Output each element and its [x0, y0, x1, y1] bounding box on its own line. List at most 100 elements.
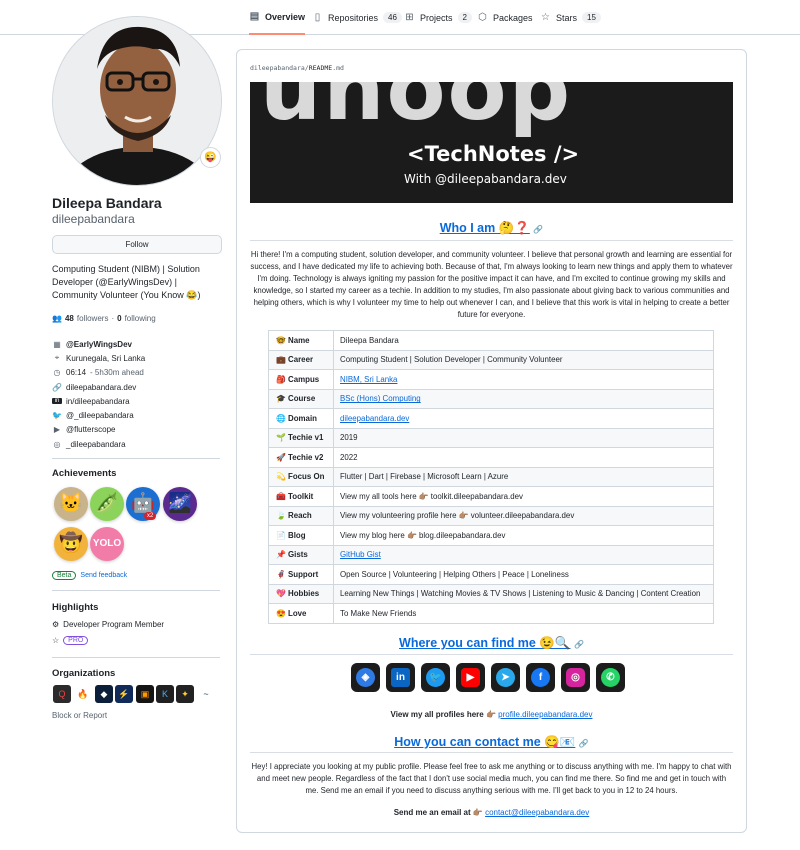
achievement-badge-4[interactable]: 🌌 [163, 487, 197, 521]
table-key: 🧰 Toolkit [268, 486, 334, 507]
vcard-instagram[interactable]: ◎ _dileepabandara [52, 437, 222, 451]
who-paragraph: Hi there! I'm a computing student, solut… [250, 250, 733, 319]
email-link[interactable]: contact@dileepabandara.dev [485, 808, 589, 817]
facebook-icon[interactable]: f [526, 663, 555, 692]
table-value[interactable]: BSc (Hons) Computing [333, 388, 714, 409]
table-key: 💼 Career [268, 349, 334, 370]
table-value[interactable]: View my blog here 👉🏽 blog.dileepabandara… [333, 525, 714, 546]
instagram-icon: ◎ [53, 439, 61, 449]
profiles-line: View my all profiles here 👉🏽 profile.dil… [250, 710, 733, 719]
youtube-icon[interactable]: ▶ [456, 663, 485, 692]
vcard-linkedin[interactable]: in in/dileepabandara [52, 394, 222, 408]
table-key: 🦸 Support [268, 564, 334, 585]
following-count[interactable]: 0 [117, 314, 121, 323]
org-avatar-6[interactable]: K [156, 685, 174, 703]
table-value[interactable]: NIBM, Sri Lanka [333, 369, 714, 390]
table-row: 🦸 Support Open Source | Volunteering | He… [268, 564, 714, 585]
telegram-icon[interactable]: ➤ [491, 663, 520, 692]
tab-stars-label: Stars [556, 12, 578, 23]
heading-rule [250, 752, 733, 753]
table-value: Computing Student | Solution Developer |… [333, 349, 714, 370]
vcard-location: ⌖ Kurunegala, Sri Lanka [52, 351, 222, 365]
stars-counter: 15 [582, 12, 601, 23]
repositories-counter: 46 [383, 12, 402, 23]
tab-overview[interactable]: ▤ Overview [249, 0, 306, 35]
org-avatar-4[interactable]: ⚡ [115, 685, 133, 703]
send-feedback-link[interactable]: Send feedback [80, 572, 127, 579]
anchor-link-icon[interactable]: 🔗 [533, 225, 543, 234]
table-key: 📌 Gists [268, 544, 334, 565]
tab-projects[interactable]: ⊞ Projects 2 [404, 0, 472, 35]
block-report-link[interactable]: Block or Report [52, 711, 107, 720]
org-avatar-2[interactable]: 🔥 [74, 685, 92, 703]
linkedin-icon: in [52, 398, 62, 405]
table-key: 🌱 Techie v1 [268, 427, 334, 448]
crumb-file[interactable]: README [309, 64, 332, 72]
avatar[interactable] [52, 16, 222, 186]
banner-title: <TechNotes /> [407, 142, 580, 166]
readme-banner: unoop <TechNotes /> With @dileepabandara… [250, 82, 733, 203]
table-value: 2022 [333, 447, 714, 468]
whatsapp-icon[interactable]: ✆ [596, 663, 625, 692]
anchor-link-icon[interactable]: 🔗 [574, 640, 584, 649]
vcard-twitter[interactable]: 🐦 @_dileepabandara [52, 408, 222, 422]
twitter-icon[interactable]: 🐦 [421, 663, 450, 692]
highlight-developer-program[interactable]: ⚙ Developer Program Member [52, 620, 164, 629]
table-value: 2019 [333, 427, 714, 448]
profiles-link[interactable]: profile.dileepabandara.dev [498, 710, 592, 719]
instagram-icon[interactable]: ◎ [561, 663, 590, 692]
highlights-title: Highlights [52, 602, 99, 613]
table-value[interactable]: View my volunteering profile here 👉🏽 vol… [333, 505, 714, 526]
contact-paragraph: Hey! I appreciate you looking at my publ… [251, 762, 732, 795]
org-avatar-5[interactable]: ▣ [136, 685, 154, 703]
repo-icon: ▯ [314, 12, 321, 23]
email-line: Send me an email at 👉🏽 contact@dileepaba… [250, 808, 733, 817]
vcard-organization[interactable]: ▦ @EarlyWingsDev [52, 337, 222, 351]
table-key: 😍 Love [268, 603, 334, 624]
achievement-badge-6[interactable]: YOLO [90, 527, 124, 561]
org-avatar-1[interactable]: Q [53, 685, 71, 703]
table-value[interactable]: View my all tools here 👉🏽 toolkit.dileep… [333, 486, 714, 507]
table-value: Learning New Things | Watching Movies & … [333, 583, 714, 604]
follow-button[interactable]: Follow [52, 235, 222, 254]
tab-stars[interactable]: ☆ Stars 15 [540, 0, 601, 35]
table-value[interactable]: Flutter | Dart | Firebase | Microsoft Le… [333, 466, 714, 487]
table-value[interactable]: dileepabandara.dev [333, 408, 714, 429]
who-heading[interactable]: Who I am 🤔❓ 🔗 [250, 221, 733, 236]
contact-heading-text: How you can contact me 😋📧 [394, 735, 576, 749]
tab-repositories[interactable]: ▯ Repositories 46 [312, 0, 402, 35]
dev-profile-icon[interactable]: ◈ [351, 663, 380, 692]
vcard-website[interactable]: 🔗 dileepabandara.dev [52, 380, 222, 394]
find-heading[interactable]: Where you can find me 😉🔍 🔗 [250, 636, 733, 651]
vcard-organization-text: @EarlyWingsDev [66, 339, 132, 349]
contact-heading[interactable]: How you can contact me 😋📧 🔗 [250, 735, 733, 750]
tab-packages[interactable]: ⬡ Packages [477, 0, 532, 35]
vcard-linkedin-text: in/dileepabandara [66, 396, 130, 406]
achievement-badge-1[interactable]: 🐱 [54, 487, 88, 521]
achievement-badge-5[interactable]: 🤠 [54, 527, 88, 561]
organization-icon: ▦ [53, 339, 61, 349]
achievement-badge-2[interactable]: 🫛 [90, 487, 124, 521]
crumb-user[interactable]: dileepabandara [250, 64, 305, 72]
heading-rule [250, 240, 733, 241]
linkedin-icon[interactable]: in [386, 663, 415, 692]
table-row: 📌 Gists GitHub Gist [268, 544, 714, 565]
vcard-youtube[interactable]: ▶ @flutterscope [52, 423, 222, 437]
anchor-link-icon[interactable]: 🔗 [579, 739, 589, 748]
avatar-portrait [53, 17, 221, 185]
twitter-glyph: 🐦 [426, 668, 445, 687]
following-label[interactable]: following [125, 314, 156, 323]
location-icon: ⌖ [54, 353, 60, 363]
org-avatar-8[interactable]: ~ [197, 685, 215, 703]
followers-count[interactable]: 48 [65, 314, 74, 323]
table-key: 🤓 Name [268, 330, 334, 351]
follows-separator: · [111, 314, 115, 323]
followers-label[interactable]: followers [77, 314, 109, 323]
vcard-youtube-text: @flutterscope [66, 425, 116, 435]
profile-bio: Computing Student (NIBM) | Solution Deve… [52, 264, 201, 300]
org-avatar-3[interactable]: ◆ [95, 685, 113, 703]
divider [52, 458, 220, 459]
org-avatar-7[interactable]: ✦ [176, 685, 194, 703]
table-value[interactable]: GitHub Gist [333, 544, 714, 565]
status-emoji-badge[interactable]: 😜 [200, 147, 221, 168]
